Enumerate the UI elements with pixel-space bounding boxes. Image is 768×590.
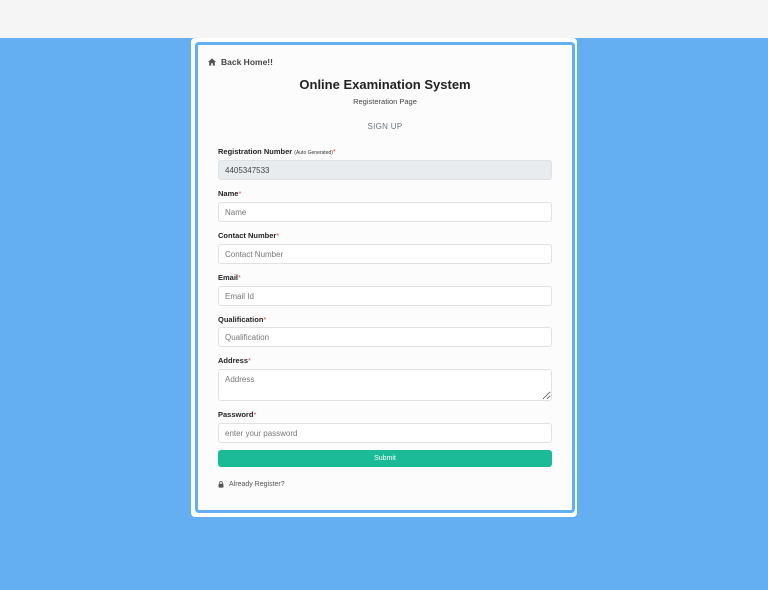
- already-register-label: Already Register?: [229, 481, 285, 488]
- home-icon: [208, 58, 216, 66]
- contact-label: Contact Number*: [218, 231, 280, 240]
- name-input[interactable]: [218, 202, 552, 222]
- top-bar: [0, 0, 768, 38]
- email-label: Email*: [218, 273, 241, 282]
- required-marker: *: [253, 410, 257, 419]
- registration-number-field[interactable]: [218, 160, 552, 180]
- submit-button[interactable]: Submit: [218, 450, 552, 467]
- address-label: Address*: [218, 356, 251, 365]
- required-marker: *: [238, 189, 242, 198]
- address-textarea[interactable]: [218, 369, 552, 401]
- lock-icon: [218, 481, 224, 488]
- already-register-link[interactable]: Already Register?: [218, 481, 285, 488]
- page-subtitle: Registeration Page: [353, 97, 417, 106]
- email-input[interactable]: [218, 286, 552, 306]
- required-marker: *: [248, 356, 251, 365]
- required-marker: *: [276, 231, 280, 240]
- contact-number-input[interactable]: [218, 244, 552, 264]
- registration-card: Back Home!! Online Examination System Re…: [195, 42, 575, 513]
- required-marker: *: [238, 273, 241, 282]
- required-marker: *: [332, 147, 336, 156]
- auto-generated-note: (Auto Generated): [294, 150, 333, 156]
- back-home-label: Back Home!!: [221, 57, 273, 67]
- qualification-label: Qualification*: [218, 315, 267, 324]
- password-label: Password*: [218, 410, 257, 419]
- section-heading: SIGN UP: [367, 122, 403, 131]
- back-home-link[interactable]: Back Home!!: [208, 57, 273, 67]
- password-input[interactable]: [218, 423, 552, 443]
- required-marker: *: [263, 315, 267, 324]
- page-title: Online Examination System: [299, 77, 471, 92]
- registration-label: Registration Number (Auto Generated)*: [218, 147, 336, 156]
- qualification-input[interactable]: [218, 327, 552, 347]
- name-label: Name*: [218, 189, 242, 198]
